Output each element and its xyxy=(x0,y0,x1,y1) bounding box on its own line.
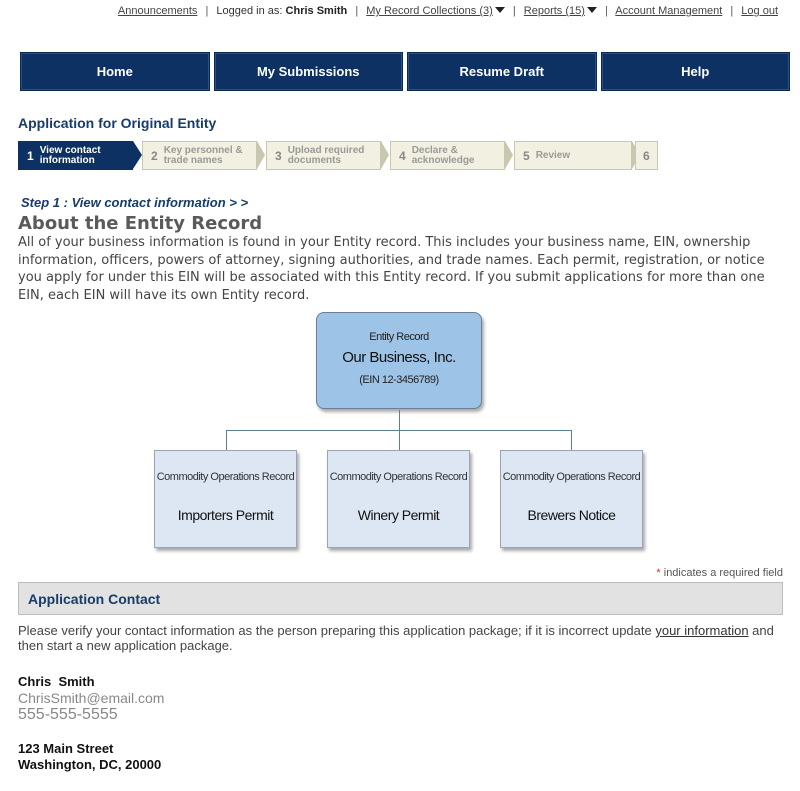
step-arrow xyxy=(381,141,389,169)
step-1[interactable]: 1 View contact information xyxy=(18,141,133,170)
step-label: Review xyxy=(535,149,571,161)
entity-ein: (EIN 12-3456789) xyxy=(359,374,439,386)
step-heading: Step 1 : View contact information > > xyxy=(21,195,249,210)
about-title: About the Entity Record xyxy=(18,213,263,234)
nav-help-button[interactable]: Help xyxy=(600,52,790,91)
dropdown-arrow-icon[interactable] xyxy=(586,7,597,13)
connector-line xyxy=(399,410,400,430)
utility-bar: Announcements | Logged in as: Chris Smit… xyxy=(118,5,778,17)
main-nav: Home My Submissions Resume Draft Help xyxy=(20,52,790,91)
record-name: Importers Permit xyxy=(177,507,274,523)
logout-link[interactable]: Log out xyxy=(741,5,778,17)
required-field-note: * indicates a required field xyxy=(656,567,783,579)
connector-line xyxy=(571,430,572,450)
record-name: Brewers Notice xyxy=(527,507,616,523)
step-5[interactable]: 5 Review xyxy=(514,141,632,170)
reports-link[interactable]: Reports (15) xyxy=(524,5,585,17)
step-number: 2 xyxy=(151,148,158,163)
separator: | xyxy=(355,5,359,17)
required-star: * xyxy=(656,567,661,579)
record-box-winery: Commodity Operations Record Winery Permi… xyxy=(327,450,470,548)
step-3[interactable]: 3 Upload required documents xyxy=(266,141,381,170)
step-number: 4 xyxy=(399,148,406,163)
step-number: 6 xyxy=(643,148,650,163)
separator: | xyxy=(512,5,516,17)
address-line-2: Washington, DC, 20000 xyxy=(18,757,162,772)
verify-instructions: Please verify your contact information a… xyxy=(18,623,774,653)
record-collections-link[interactable]: My Record Collections (3) xyxy=(366,5,493,17)
nav-home-button[interactable]: Home xyxy=(20,52,210,91)
user-name: Chris Smith xyxy=(285,5,348,17)
contact-name: Chris Smith xyxy=(18,674,95,689)
record-label: Commodity Operations Record xyxy=(329,471,468,483)
account-management-link[interactable]: Account Management xyxy=(615,5,722,17)
address-line-1: 123 Main Street xyxy=(18,741,114,756)
about-text: All of your business information is foun… xyxy=(18,235,765,303)
record-name: Winery Permit xyxy=(357,507,440,523)
entity-record-box: Entity Record Our Business, Inc. (EIN 12… xyxy=(316,312,482,409)
step-2[interactable]: 2 Key personnel & trade names xyxy=(142,141,257,170)
step-6[interactable]: 6 xyxy=(635,141,658,170)
entity-label: Entity Record xyxy=(369,331,429,343)
connector-line xyxy=(226,430,227,450)
announcements-link[interactable]: Announcements xyxy=(118,5,198,17)
step-number: 3 xyxy=(275,148,282,163)
record-box-importers: Commodity Operations Record Importers Pe… xyxy=(154,450,297,548)
step-label: Declare & acknowledge xyxy=(411,144,475,166)
record-box-brewers: Commodity Operations Record Brewers Noti… xyxy=(500,450,643,548)
step-arrow xyxy=(257,141,265,169)
separator: | xyxy=(730,5,734,17)
step-number: 1 xyxy=(27,148,34,163)
contact-email: ChrisSmith@email.com xyxy=(18,690,165,706)
required-text: indicates a required field xyxy=(663,567,783,579)
step-number: 5 xyxy=(523,148,530,163)
nav-submissions-button[interactable]: My Submissions xyxy=(213,52,403,91)
contact-phone: 555-555-5555 xyxy=(18,706,118,723)
entity-diagram: Entity Record Our Business, Inc. (EIN 12… xyxy=(150,310,650,550)
separator: | xyxy=(205,5,209,17)
nav-resume-draft-button[interactable]: Resume Draft xyxy=(407,52,597,91)
connector-line xyxy=(399,430,400,450)
logged-in-label: Logged in as: xyxy=(216,5,283,17)
record-label: Commodity Operations Record xyxy=(502,471,641,483)
step-4[interactable]: 4 Declare & acknowledge xyxy=(390,141,505,170)
entity-name: Our Business, Inc. xyxy=(342,349,456,366)
step-label: View contact information xyxy=(39,144,101,166)
separator: | xyxy=(604,5,608,17)
step-arrow xyxy=(133,141,142,169)
record-label: Commodity Operations Record xyxy=(156,471,295,483)
step-label: Key personnel & trade names xyxy=(163,144,243,166)
your-information-link[interactable]: your information xyxy=(655,623,748,638)
step-arrow xyxy=(505,141,513,169)
step-label: Upload required documents xyxy=(287,144,365,166)
dropdown-arrow-icon[interactable] xyxy=(494,7,505,13)
application-contact-header: Application Contact xyxy=(18,582,783,615)
page-title: Application for Original Entity xyxy=(18,115,217,131)
